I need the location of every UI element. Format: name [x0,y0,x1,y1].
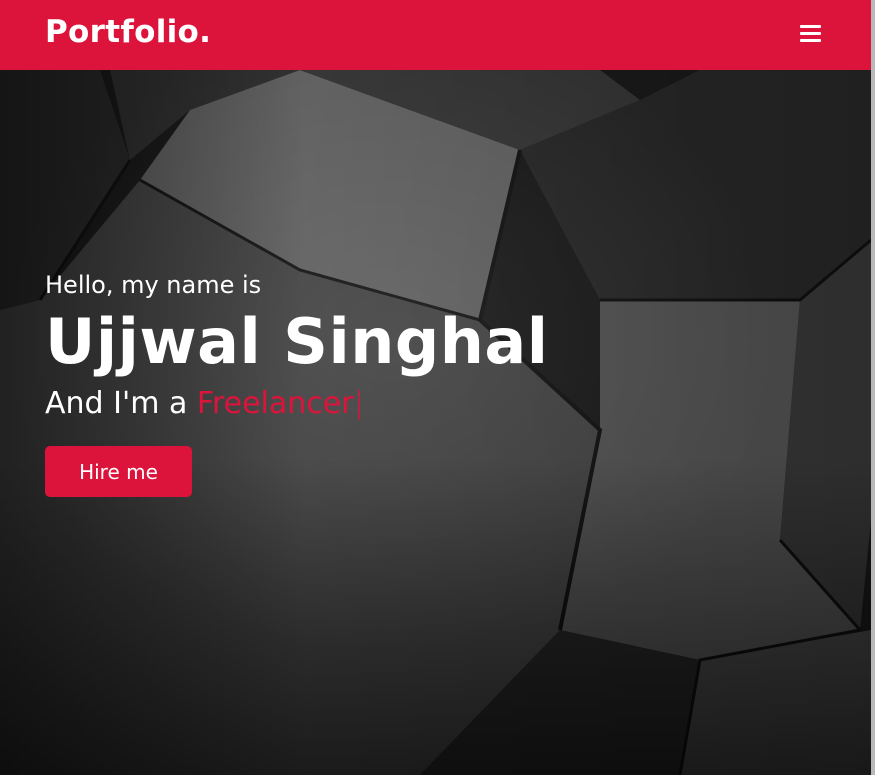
hero-name: Ujjwal Singhal [45,305,549,378]
hero-role-typed: Freelancer [196,386,354,421]
typing-cursor: | [353,386,364,421]
hero-section: Hello, my name is Ujjwal Singhal And I'm… [0,70,871,775]
navbar: Portfolio. [0,0,871,70]
scrollbar[interactable] [871,0,875,775]
hero-content: Hello, my name is Ujjwal Singhal And I'm… [45,268,548,497]
hamburger-menu-icon[interactable] [798,22,824,46]
logo[interactable]: Portfolio. [45,14,211,50]
hire-me-button[interactable]: Hire me [45,446,192,497]
hero-greeting: Hello, my name is [45,271,262,299]
page: Portfolio. Hello, my name is Ujjwal Sing… [0,0,875,775]
hero-role-prefix: And I'm a [45,386,197,421]
hero-role-line: And I'm a Freelancer| [45,384,548,424]
